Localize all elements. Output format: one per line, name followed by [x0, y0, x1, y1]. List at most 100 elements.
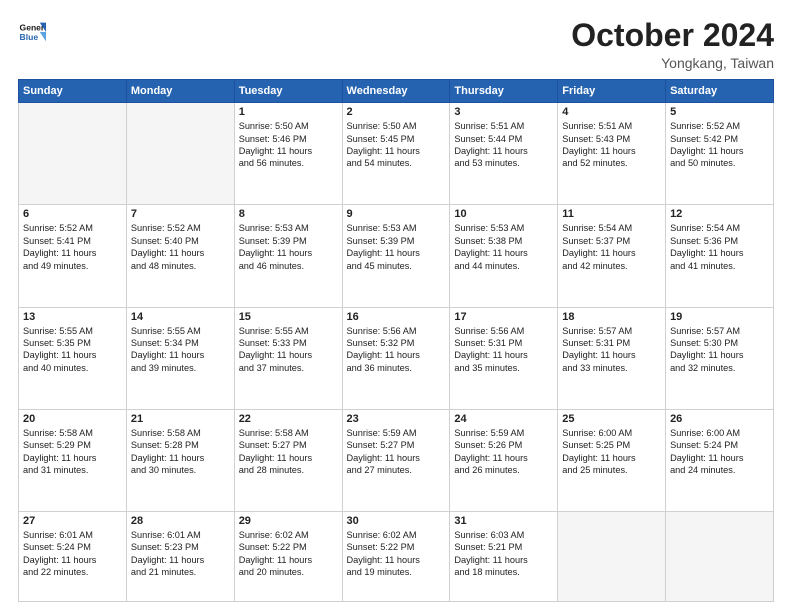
cell-info-line: Daylight: 11 hours [670, 247, 769, 259]
cell-info-line: Daylight: 11 hours [454, 145, 553, 157]
calendar-cell: 28 Sunrise: 6:01 AMSunset: 5:23 PMDayligh… [126, 511, 234, 601]
cell-info-line: Sunset: 5:46 PM [239, 133, 338, 145]
cell-info-line: Daylight: 11 hours [23, 247, 122, 259]
calendar-table: SundayMondayTuesdayWednesdayThursdayFrid… [18, 79, 774, 602]
cell-info-line: Sunset: 5:33 PM [239, 337, 338, 349]
cell-info-line: Sunrise: 5:57 AM [562, 325, 661, 337]
day-number: 28 [131, 515, 230, 527]
cell-info-line: Sunrise: 6:01 AM [23, 529, 122, 541]
cell-info-line: Sunrise: 5:59 AM [347, 427, 446, 439]
cell-info-line: Sunset: 5:27 PM [239, 439, 338, 451]
cell-info-line: Daylight: 11 hours [670, 349, 769, 361]
cell-info-line: and 50 minutes. [670, 157, 769, 169]
day-number: 18 [562, 311, 661, 323]
calendar-cell [558, 511, 666, 601]
calendar-cell: 20Sunrise: 5:58 AMSunset: 5:29 PMDayligh… [19, 409, 127, 511]
day-number: 31 [454, 515, 553, 527]
cell-info-line: and 45 minutes. [347, 260, 446, 272]
calendar-cell: 16Sunrise: 5:56 AMSunset: 5:32 PMDayligh… [342, 307, 450, 409]
cell-info-line: and 20 minutes. [239, 566, 338, 578]
cell-info-line: Sunrise: 5:57 AM [670, 325, 769, 337]
header: General Blue October 2024 Yongkang, Taiw… [18, 18, 774, 71]
cell-info-line: Daylight: 11 hours [562, 349, 661, 361]
calendar-cell [126, 103, 234, 205]
weekday-header: Tuesday [234, 80, 342, 103]
cell-info-line: Daylight: 11 hours [239, 349, 338, 361]
cell-info-line: Sunset: 5:22 PM [239, 541, 338, 553]
cell-info-line: Sunrise: 5:55 AM [131, 325, 230, 337]
day-number: 22 [239, 413, 338, 425]
cell-info-line: Sunset: 5:21 PM [454, 541, 553, 553]
calendar-week-row: 6Sunrise: 5:52 AMSunset: 5:41 PMDaylight… [19, 205, 774, 307]
day-number: 3 [454, 106, 553, 118]
cell-info-line: Daylight: 11 hours [347, 452, 446, 464]
cell-info-line: and 24 minutes. [670, 464, 769, 476]
cell-info-line: Sunrise: 5:51 AM [562, 120, 661, 132]
cell-info-line: Sunset: 5:23 PM [131, 541, 230, 553]
cell-info-line: Sunrise: 5:58 AM [239, 427, 338, 439]
cell-info-line: Daylight: 11 hours [239, 145, 338, 157]
cell-info-line: Daylight: 11 hours [131, 247, 230, 259]
calendar-cell: 11Sunrise: 5:54 AMSunset: 5:37 PMDayligh… [558, 205, 666, 307]
calendar-cell: 21Sunrise: 5:58 AMSunset: 5:28 PMDayligh… [126, 409, 234, 511]
cell-info-line: and 56 minutes. [239, 157, 338, 169]
calendar-cell: 3Sunrise: 5:51 AMSunset: 5:44 PMDaylight… [450, 103, 558, 205]
cell-info-line: and 19 minutes. [347, 566, 446, 578]
day-number: 14 [131, 311, 230, 323]
cell-info-line: Sunrise: 5:52 AM [670, 120, 769, 132]
day-number: 6 [23, 208, 122, 220]
cell-info-line: Sunrise: 5:55 AM [239, 325, 338, 337]
cell-info-line: Daylight: 11 hours [131, 349, 230, 361]
cell-info-line: Sunrise: 5:52 AM [131, 222, 230, 234]
cell-info-line: and 53 minutes. [454, 157, 553, 169]
day-number: 29 [239, 515, 338, 527]
cell-info-line: Sunset: 5:25 PM [562, 439, 661, 451]
weekday-header: Wednesday [342, 80, 450, 103]
day-number: 13 [23, 311, 122, 323]
cell-info-line: and 40 minutes. [23, 362, 122, 374]
cell-info-line: Sunrise: 5:55 AM [23, 325, 122, 337]
cell-info-line: Sunrise: 5:58 AM [23, 427, 122, 439]
cell-info-line: Sunrise: 6:01 AM [131, 529, 230, 541]
cell-info-line: Daylight: 11 hours [347, 247, 446, 259]
cell-info-line: Sunset: 5:44 PM [454, 133, 553, 145]
cell-info-line: and 37 minutes. [239, 362, 338, 374]
cell-info-line: and 36 minutes. [347, 362, 446, 374]
cell-info-line: and 42 minutes. [562, 260, 661, 272]
cell-info-line: Sunrise: 5:54 AM [562, 222, 661, 234]
cell-info-line: Sunset: 5:31 PM [562, 337, 661, 349]
cell-info-line: Daylight: 11 hours [562, 247, 661, 259]
cell-info-line: Daylight: 11 hours [23, 452, 122, 464]
calendar-cell: 9Sunrise: 5:53 AMSunset: 5:39 PMDaylight… [342, 205, 450, 307]
cell-info-line: Sunset: 5:43 PM [562, 133, 661, 145]
cell-info-line: and 32 minutes. [670, 362, 769, 374]
cell-info-line: Daylight: 11 hours [670, 452, 769, 464]
cell-info-line: Daylight: 11 hours [347, 145, 446, 157]
calendar-cell: 4Sunrise: 5:51 AMSunset: 5:43 PMDaylight… [558, 103, 666, 205]
day-number: 23 [347, 413, 446, 425]
cell-info-line: Daylight: 11 hours [23, 554, 122, 566]
calendar-cell [19, 103, 127, 205]
cell-info-line: Sunset: 5:24 PM [670, 439, 769, 451]
cell-info-line: Daylight: 11 hours [562, 452, 661, 464]
calendar-week-row: 20Sunrise: 5:58 AMSunset: 5:29 PMDayligh… [19, 409, 774, 511]
calendar-cell: 8Sunrise: 5:53 AMSunset: 5:39 PMDaylight… [234, 205, 342, 307]
day-number: 10 [454, 208, 553, 220]
cell-info-line: Sunset: 5:40 PM [131, 235, 230, 247]
cell-info-line: Sunset: 5:28 PM [131, 439, 230, 451]
logo: General Blue [18, 18, 46, 46]
cell-info-line: and 52 minutes. [562, 157, 661, 169]
calendar-cell: 13Sunrise: 5:55 AMSunset: 5:35 PMDayligh… [19, 307, 127, 409]
day-number: 30 [347, 515, 446, 527]
cell-info-line: Daylight: 11 hours [454, 452, 553, 464]
cell-info-line: Sunset: 5:35 PM [23, 337, 122, 349]
cell-info-line: Sunrise: 5:59 AM [454, 427, 553, 439]
cell-info-line: Daylight: 11 hours [131, 554, 230, 566]
calendar-cell: 14Sunrise: 5:55 AMSunset: 5:34 PMDayligh… [126, 307, 234, 409]
title-block: October 2024 Yongkang, Taiwan [571, 18, 774, 71]
weekday-header: Saturday [666, 80, 774, 103]
cell-info-line: Sunset: 5:29 PM [23, 439, 122, 451]
day-number: 25 [562, 413, 661, 425]
cell-info-line: Sunrise: 5:58 AM [131, 427, 230, 439]
cell-info-line: Sunrise: 5:53 AM [239, 222, 338, 234]
